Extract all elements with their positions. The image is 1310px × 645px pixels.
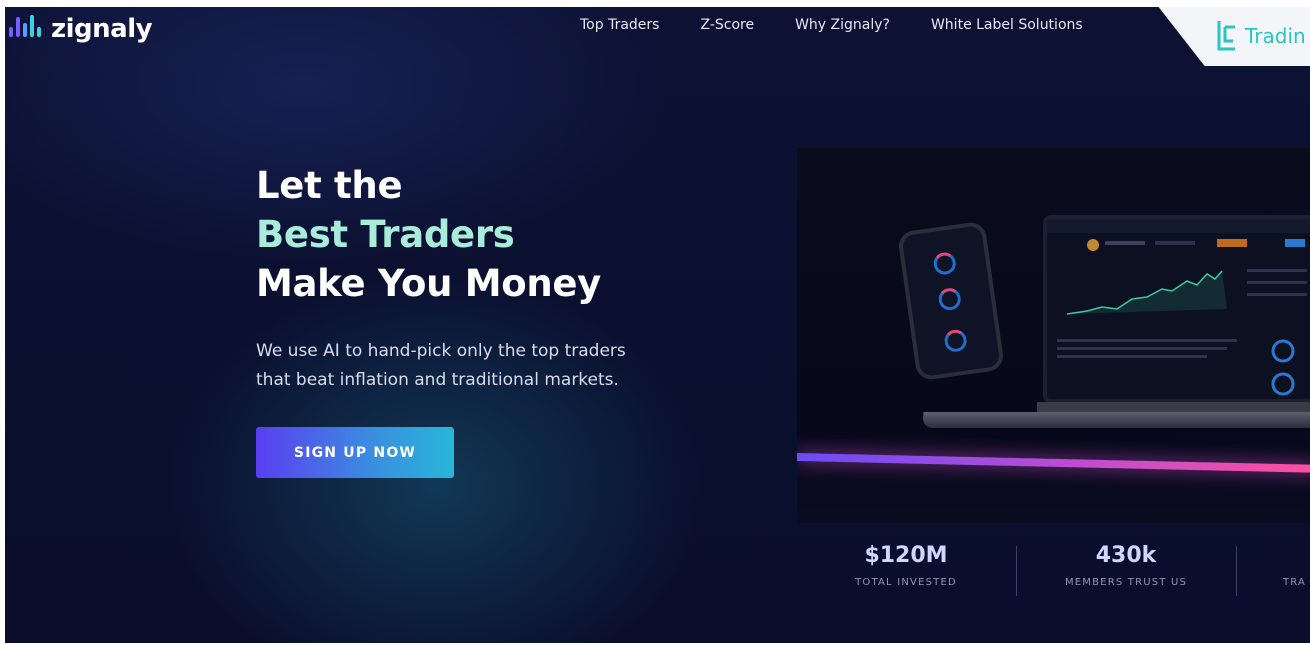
stat-label: TRA [1283, 577, 1307, 588]
dashboard-chart-graphic [1047, 219, 1310, 396]
phone-ring-graphic [932, 251, 958, 276]
brand-logo[interactable]: zignaly [7, 13, 153, 45]
stat-divider [1016, 546, 1017, 596]
stat-total-invested: $120M TOTAL INVESTED [850, 543, 962, 588]
hero-subtitle-line-1: We use AI to hand-pick only the top trad… [256, 341, 626, 361]
watermark-text: Tradin [1245, 23, 1306, 48]
laptop-keyboard [1037, 402, 1310, 412]
hero-title: Let the Best Traders Make You Money [256, 161, 601, 308]
top-nav: Top Traders Z-Score Why Zignaly? White L… [580, 17, 1083, 33]
stat-value: $120M [864, 543, 948, 568]
page-frame: zignaly Top Traders Z-Score Why Zignaly?… [5, 7, 1310, 643]
brand-name: zignaly [51, 14, 153, 44]
device-showcase-image [797, 148, 1310, 523]
nav-top-traders[interactable]: Top Traders [580, 17, 659, 33]
watermark-badge: Tradin [1157, 7, 1310, 66]
stat-value: 430k [1095, 543, 1157, 568]
phone-mockup [896, 220, 1006, 382]
hero-title-line-3: Make You Money [256, 262, 602, 305]
stat-traders-partial: TRA [1283, 543, 1310, 588]
stat-members: 430k MEMBERS TRUST US [1063, 543, 1189, 588]
phone-ring-graphic [937, 286, 963, 312]
nav-white-label-solutions[interactable]: White Label Solutions [931, 17, 1083, 33]
zignaly-bars-logo-icon [7, 15, 45, 43]
stat-divider [1236, 546, 1237, 596]
tradingfinder-logo-icon [1217, 20, 1235, 50]
hero-title-line-2: Best Traders [256, 213, 515, 256]
hero-subtitle: We use AI to hand-pick only the top trad… [256, 337, 696, 395]
neon-glow-bar [797, 453, 1310, 473]
hero-subtitle-line-2: that beat inflation and traditional mark… [256, 370, 619, 390]
stat-value [1283, 543, 1310, 568]
laptop-screen [1043, 215, 1310, 403]
hero-title-line-1: Let the [256, 164, 403, 207]
phone-ring-graphic [943, 328, 969, 354]
stat-label: MEMBERS TRUST US [1064, 577, 1188, 588]
stat-label: TOTAL INVESTED [855, 577, 957, 588]
nav-z-score[interactable]: Z-Score [700, 17, 754, 33]
laptop-base [922, 412, 1310, 428]
sign-up-button[interactable]: SIGN UP NOW [256, 427, 454, 478]
nav-why-zignaly[interactable]: Why Zignaly? [795, 17, 890, 33]
